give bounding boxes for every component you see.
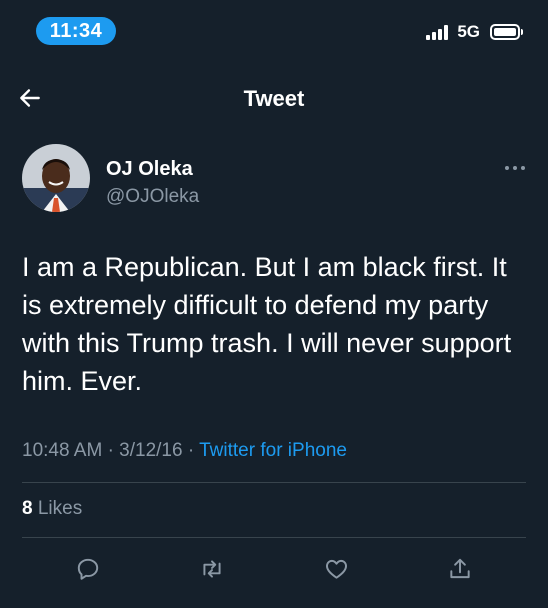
status-time[interactable]: 11:34 [36, 17, 116, 45]
more-horizontal-icon [505, 166, 525, 170]
battery-icon [490, 24, 523, 40]
top-nav: Tweet [0, 62, 548, 132]
like-button[interactable] [318, 551, 354, 587]
status-icons: 5G [426, 22, 523, 42]
page-title: Tweet [243, 86, 305, 111]
author-handle[interactable]: @OJOleka [106, 186, 199, 208]
reply-button[interactable] [70, 551, 106, 587]
author-name[interactable]: OJ Oleka [106, 158, 193, 181]
like-icon [325, 559, 347, 579]
reply-icon [77, 558, 99, 580]
share-icon [450, 558, 470, 579]
retweet-button[interactable] [194, 551, 230, 587]
signal-icon [426, 24, 449, 40]
likes-label: Likes [37, 498, 83, 519]
likes-link[interactable]: 8 Likes [22, 498, 82, 520]
tweet-meta: 10:48 AM · 3/12/16 · Twitter for iPhone [22, 440, 347, 462]
tweet-date: 3/12/16 [119, 440, 183, 461]
meta-separator: · [107, 440, 120, 461]
tweet-text: I am a Republican. But I am black first.… [22, 252, 512, 396]
share-button[interactable] [442, 551, 478, 587]
retweet-icon [203, 560, 221, 578]
avatar[interactable] [22, 144, 90, 212]
divider [22, 537, 526, 538]
divider [22, 482, 526, 483]
network-label: 5G [457, 22, 480, 41]
action-bar [0, 551, 548, 587]
avatar-image [22, 144, 90, 212]
more-options-button[interactable] [504, 154, 526, 177]
status-bar: 11:34 5G [0, 0, 548, 62]
meta-separator: · [187, 440, 200, 461]
tweet-source-link[interactable]: Twitter for iPhone [199, 440, 347, 461]
likes-count: 8 [22, 498, 33, 519]
author-row: OJ Oleka @OJOleka [0, 132, 548, 228]
tweet-time: 10:48 AM [22, 440, 103, 461]
